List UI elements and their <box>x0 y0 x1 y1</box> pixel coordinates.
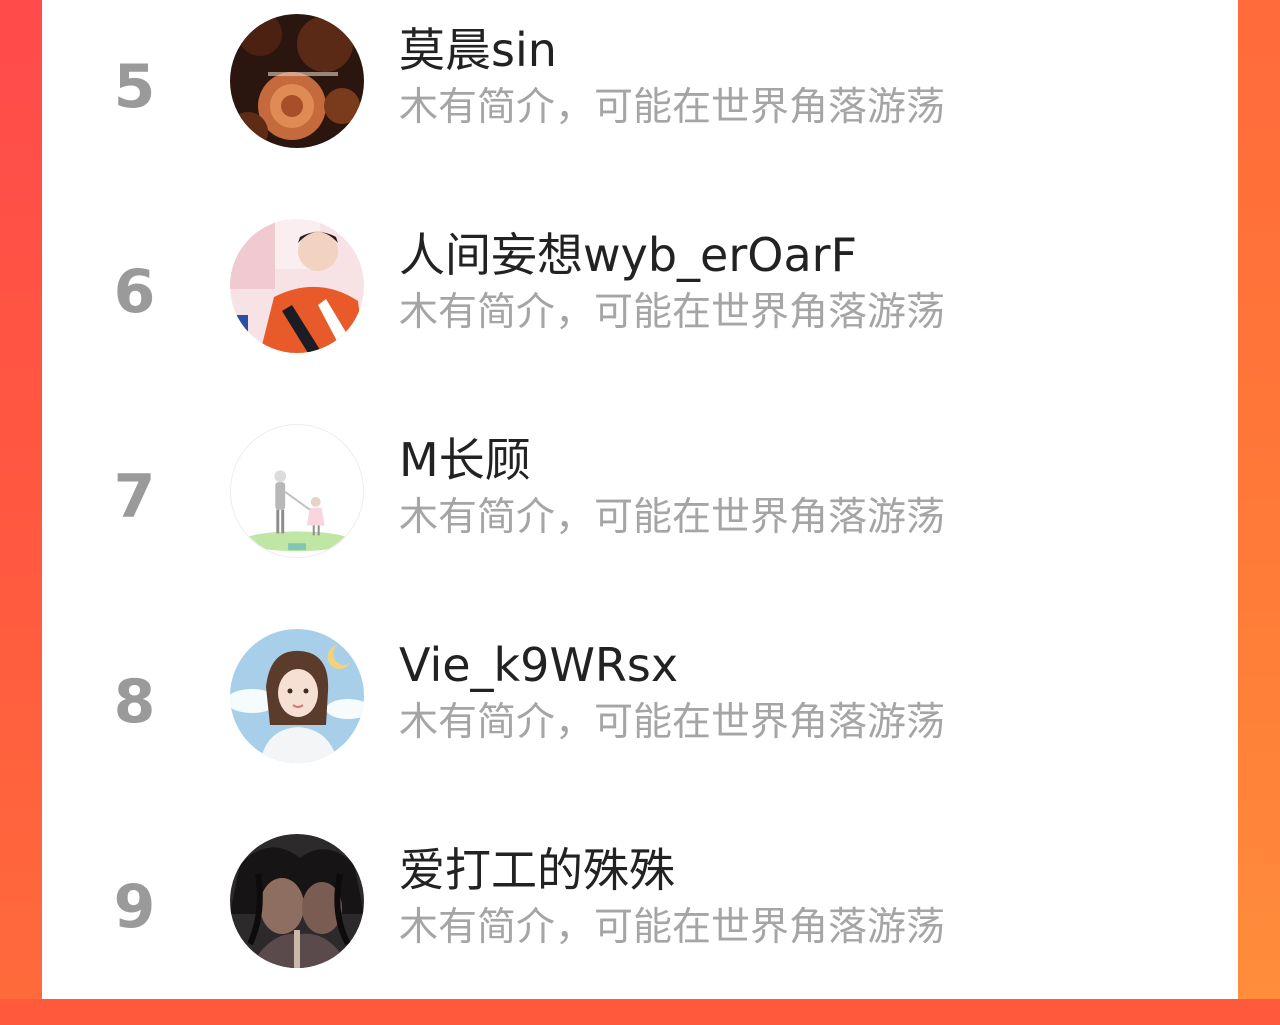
user-name[interactable]: M长顾 <box>399 437 531 483</box>
racer-portrait-avatar-icon[interactable] <box>230 219 364 353</box>
rank-number: 8 <box>113 667 156 737</box>
rank-number: 5 <box>113 52 156 122</box>
ranking-row-6[interactable]: 6 人间妄想wyb_erOarF 木有简介，可能在世界角落游荡 <box>42 205 1238 410</box>
rank-number: 9 <box>113 872 156 942</box>
user-name[interactable]: Vie_k9WRsx <box>399 642 678 688</box>
user-bio: 木有简介，可能在世界角落游荡 <box>399 700 946 745</box>
father-daughter-illustration-avatar-icon[interactable] <box>230 424 364 558</box>
ranking-row-5[interactable]: 5 莫晨sin 木有简介，可能在世界角落游荡 <box>42 0 1238 205</box>
ranking-list: 5 莫晨sin 木有简介，可能在世界角落游荡 6 人间妄想wyb_erOarF … <box>42 0 1238 999</box>
ranking-row-9[interactable]: 9 爱打工的殊殊 木有简介，可能在世界角落游荡 <box>42 820 1238 1025</box>
rank-number: 7 <box>113 462 156 532</box>
user-bio: 木有简介，可能在世界角落游荡 <box>399 85 946 130</box>
user-name[interactable]: 爱打工的殊殊 <box>399 847 675 893</box>
rank-number: 6 <box>113 257 156 327</box>
user-bio: 木有简介，可能在世界角落游荡 <box>399 905 946 950</box>
user-bio: 木有简介，可能在世界角落游荡 <box>399 495 946 540</box>
background-left-edge <box>0 0 42 999</box>
user-name[interactable]: 莫晨sin <box>399 27 557 73</box>
background-right-edge <box>1238 0 1280 999</box>
dark-art-avatar-icon[interactable] <box>230 834 364 968</box>
ranking-row-8[interactable]: 8 Vie_k9WRsx 木有简介，可能在世界角落游荡 <box>42 615 1238 820</box>
ranking-row-7[interactable]: 7 M长顾 木有简介，可能在世界角落游荡 <box>42 410 1238 615</box>
user-name[interactable]: 人间妄想wyb_erOarF <box>399 232 857 278</box>
rose-avatar-icon[interactable] <box>230 14 364 148</box>
user-bio: 木有简介，可能在世界角落游荡 <box>399 290 946 335</box>
girl-illustration-avatar-icon[interactable] <box>230 629 364 763</box>
